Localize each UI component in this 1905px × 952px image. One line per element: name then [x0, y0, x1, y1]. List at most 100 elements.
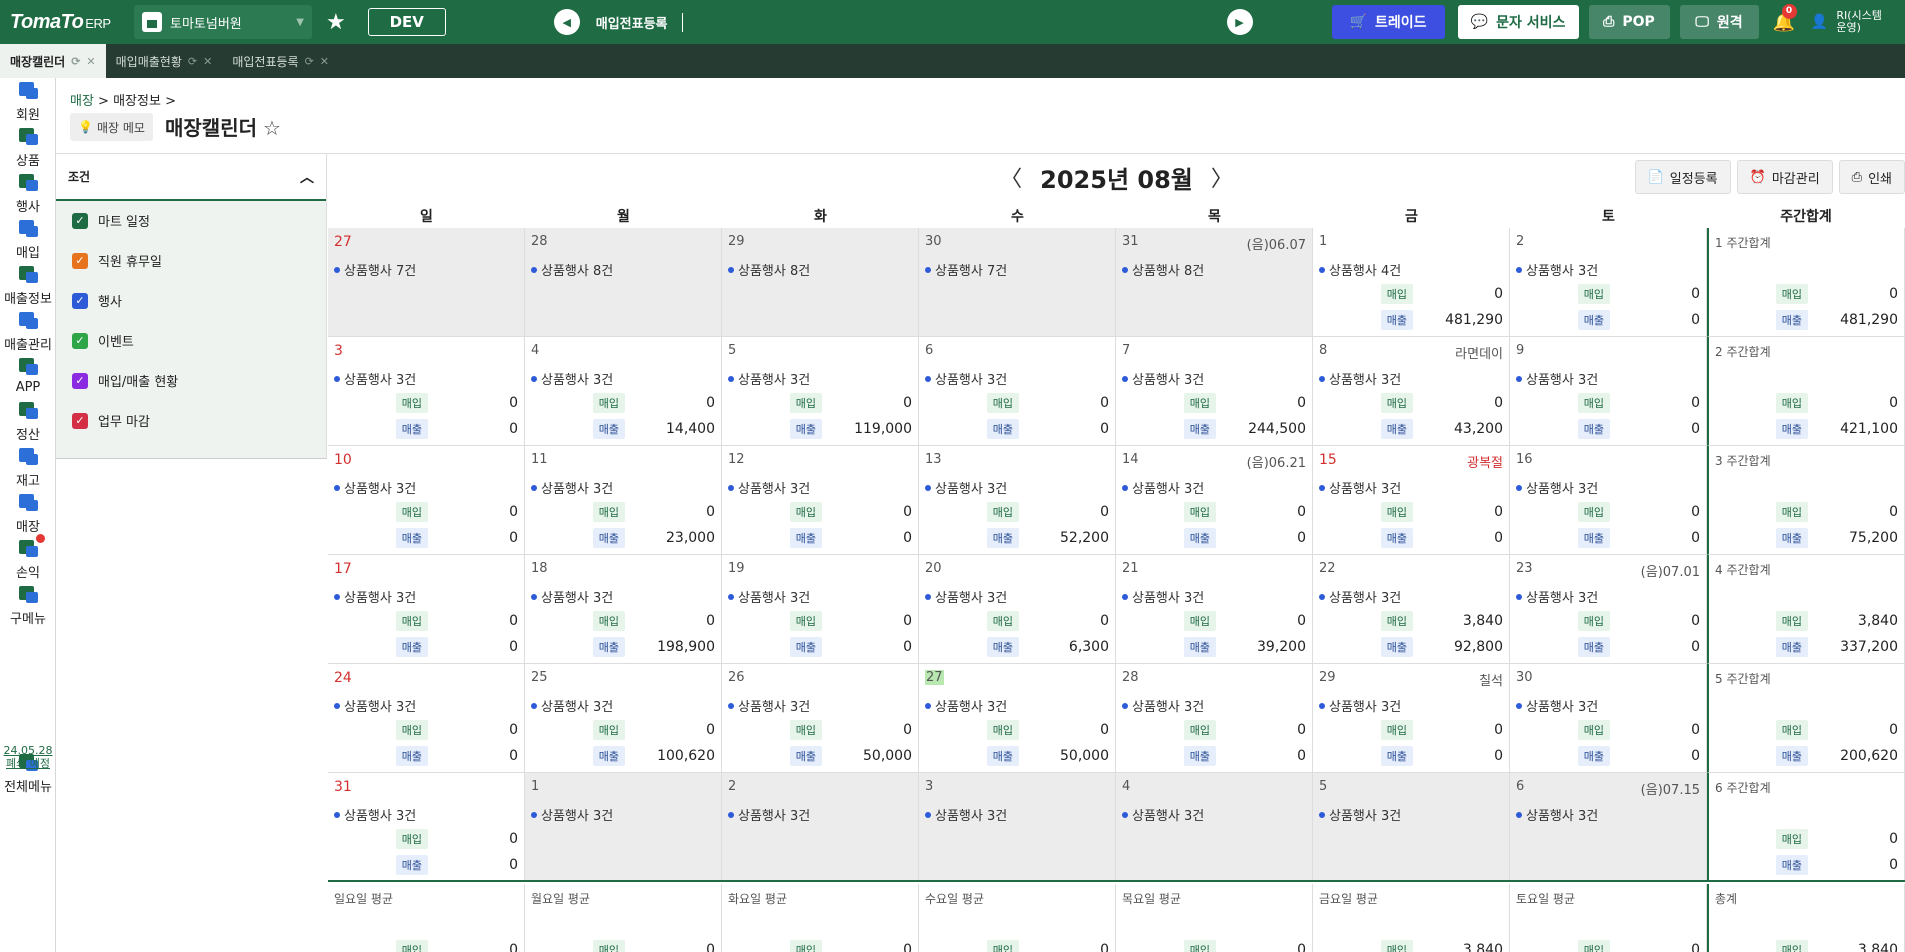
day-cell[interactable]: 4 상품행사 3건: [1116, 773, 1313, 882]
day-cell[interactable]: 10 상품행사 3건 매입 0 매출 0: [328, 446, 525, 555]
old-menu-close-note[interactable]: 24.05.28 폐쇄 예정: [0, 744, 56, 770]
day-cell[interactable]: 11 상품행사 3건 매입 0 매출 23,000: [525, 446, 722, 555]
closing-manage-button[interactable]: ⏰ 마감관리: [1736, 160, 1833, 194]
checkbox[interactable]: ✓: [72, 332, 88, 349]
filter-item-2[interactable]: ✓ 행사: [72, 291, 122, 310]
day-cell[interactable]: 20 상품행사 3건 매입 0 매출 6,300: [919, 555, 1116, 664]
nav-item-11[interactable]: 구메뉴: [0, 584, 56, 627]
next-month-icon[interactable]: 〉: [1211, 161, 1233, 193]
event-summary[interactable]: 상품행사 3건: [1122, 369, 1204, 388]
event-summary[interactable]: 상품행사 3건: [531, 369, 613, 388]
chevron-up-icon[interactable]: ︿: [300, 167, 314, 187]
store-select[interactable]: 토마토넘버원 ▼: [134, 5, 312, 39]
user-menu[interactable]: 👤 RI(시스템 운영): [1811, 10, 1882, 34]
event-summary[interactable]: 상품행사 3건: [728, 587, 810, 606]
day-cell[interactable]: 5 상품행사 3건: [1313, 773, 1510, 882]
day-cell[interactable]: 12 상품행사 3건 매입 0 매출 0: [722, 446, 919, 555]
nav-item-0[interactable]: 회원: [0, 80, 56, 123]
event-summary[interactable]: 상품행사 3건: [531, 805, 613, 824]
event-summary[interactable]: 상품행사 3건: [1122, 587, 1204, 606]
day-cell[interactable]: 29 상품행사 8건: [722, 228, 919, 337]
tab-2[interactable]: 매입전표등록 ⟳ ✕: [222, 44, 339, 78]
day-cell[interactable]: 18 상품행사 3건 매입 0 매출 198,900: [525, 555, 722, 664]
event-summary[interactable]: 상품행사 3건: [1319, 369, 1401, 388]
event-summary[interactable]: 상품행사 3건: [1516, 587, 1598, 606]
add-schedule-button[interactable]: 📄 일정등록: [1634, 160, 1731, 194]
day-cell[interactable]: 4 상품행사 3건 매입 0 매출 14,400: [525, 337, 722, 446]
day-cell[interactable]: 19 상품행사 3건 매입 0 매출 0: [722, 555, 919, 664]
event-summary[interactable]: 상품행사 3건: [925, 805, 1007, 824]
day-cell[interactable]: 23 (음)07.01 상품행사 3건 매입 0 매출 0: [1510, 555, 1707, 664]
event-summary[interactable]: 상품행사 3건: [728, 478, 810, 497]
day-cell[interactable]: 26 상품행사 3건 매입 0 매출 50,000: [722, 664, 919, 773]
event-summary[interactable]: 상품행사 3건: [1516, 369, 1598, 388]
day-cell[interactable]: 7 상품행사 3건 매입 0 매출 244,500: [1116, 337, 1313, 446]
event-summary[interactable]: 상품행사 3건: [728, 369, 810, 388]
nav-item-10[interactable]: 손익: [0, 534, 56, 581]
filter-item-4[interactable]: ✓ 매입/매출 현황: [72, 371, 178, 390]
logo[interactable]: TomaTo ERP: [0, 11, 128, 34]
checkbox[interactable]: ✓: [72, 212, 88, 229]
day-cell[interactable]: 28 상품행사 3건 매입 0 매출 0: [1116, 664, 1313, 773]
day-cell[interactable]: 27 상품행사 7건: [328, 228, 525, 337]
favorite-star-icon[interactable]: ☆: [263, 116, 281, 140]
event-summary[interactable]: 상품행사 3건: [334, 805, 416, 824]
event-summary[interactable]: 상품행사 8건: [1122, 260, 1204, 279]
event-summary[interactable]: 상품행사 3건: [1516, 478, 1598, 497]
bell-icon[interactable]: 🔔 0: [1773, 3, 1797, 33]
event-summary[interactable]: 상품행사 3건: [1122, 805, 1204, 824]
nav-item-8[interactable]: 재고: [0, 446, 56, 489]
breadcrumb-root[interactable]: 매장: [70, 94, 94, 109]
tab-0[interactable]: 매장캘린더 ⟳ ✕: [0, 44, 106, 78]
next-menu-icon[interactable]: ▶: [1226, 9, 1253, 35]
day-cell[interactable]: 1 상품행사 4건 매입 0 매출 481,290: [1313, 228, 1510, 337]
day-cell[interactable]: 8 라면데이 상품행사 3건 매입 0 매출 43,200: [1313, 337, 1510, 446]
checkbox[interactable]: ✓: [72, 372, 88, 389]
event-summary[interactable]: 상품행사 3건: [334, 587, 416, 606]
nav-item-3[interactable]: 매입: [0, 218, 56, 261]
event-summary[interactable]: 상품행사 3건: [531, 587, 613, 606]
day-cell[interactable]: 14 (음)06.21 상품행사 3건 매입 0 매출 0: [1116, 446, 1313, 555]
event-summary[interactable]: 상품행사 3건: [1516, 696, 1598, 715]
event-summary[interactable]: 상품행사 3건: [728, 805, 810, 824]
event-summary[interactable]: 상품행사 3건: [1319, 587, 1401, 606]
nav-item-2[interactable]: 행사: [0, 172, 56, 215]
day-cell[interactable]: 3 상품행사 3건: [919, 773, 1116, 882]
day-cell[interactable]: 29 칠석 상품행사 3건 매입 0 매출 0: [1313, 664, 1510, 773]
filter-item-5[interactable]: ✓ 업무 마감: [72, 411, 150, 430]
event-summary[interactable]: 상품행사 7건: [334, 260, 416, 279]
tab-1[interactable]: 매입매출현황 ⟳ ✕: [106, 44, 223, 78]
refresh-icon[interactable]: ⟳: [71, 55, 80, 68]
favorite-star-icon[interactable]: ★: [326, 10, 346, 35]
event-summary[interactable]: 상품행사 3건: [334, 696, 416, 715]
prev-month-icon[interactable]: 〈: [1000, 161, 1022, 193]
day-cell[interactable]: 2 상품행사 3건: [722, 773, 919, 882]
sms-service-button[interactable]: 💬 문자 서비스: [1457, 5, 1579, 39]
trade-button[interactable]: 🛒 트레이드: [1331, 5, 1445, 39]
day-cell[interactable]: 30 상품행사 7건: [919, 228, 1116, 337]
refresh-icon[interactable]: ⟳: [305, 55, 314, 68]
event-summary[interactable]: 상품행사 3건: [334, 478, 416, 497]
day-cell[interactable]: 31 상품행사 3건 매입 0 매출 0: [328, 773, 525, 882]
close-icon[interactable]: ✕: [203, 55, 212, 68]
day-cell[interactable]: 17 상품행사 3건 매입 0 매출 0: [328, 555, 525, 664]
checkbox[interactable]: ✓: [72, 252, 88, 269]
day-cell[interactable]: 6 상품행사 3건 매입 0 매출 0: [919, 337, 1116, 446]
day-cell[interactable]: 21 상품행사 3건 매입 0 매출 39,200: [1116, 555, 1313, 664]
filter-item-1[interactable]: ✓ 직원 휴무일: [72, 251, 162, 270]
filter-item-3[interactable]: ✓ 이벤트: [72, 331, 134, 350]
nav-item-4[interactable]: 매출정보: [0, 264, 56, 307]
event-summary[interactable]: 상품행사 3건: [1122, 478, 1204, 497]
event-summary[interactable]: 상품행사 8건: [728, 260, 810, 279]
event-summary[interactable]: 상품행사 7건: [925, 260, 1007, 279]
event-summary[interactable]: 상품행사 3건: [925, 696, 1007, 715]
nav-item-1[interactable]: 상품: [0, 126, 56, 169]
day-cell[interactable]: 13 상품행사 3건 매입 0 매출 52,200: [919, 446, 1116, 555]
nav-item-6[interactable]: APP: [0, 356, 56, 395]
day-cell[interactable]: 22 상품행사 3건 매입 3,840 매출 92,800: [1313, 555, 1510, 664]
nav-item-9[interactable]: 매장: [0, 492, 56, 535]
store-memo-button[interactable]: 💡 매장 메모: [70, 113, 153, 141]
event-summary[interactable]: 상품행사 3건: [925, 478, 1007, 497]
day-cell[interactable]: 5 상품행사 3건 매입 0 매출 119,000: [722, 337, 919, 446]
day-cell[interactable]: 28 상품행사 8건: [525, 228, 722, 337]
